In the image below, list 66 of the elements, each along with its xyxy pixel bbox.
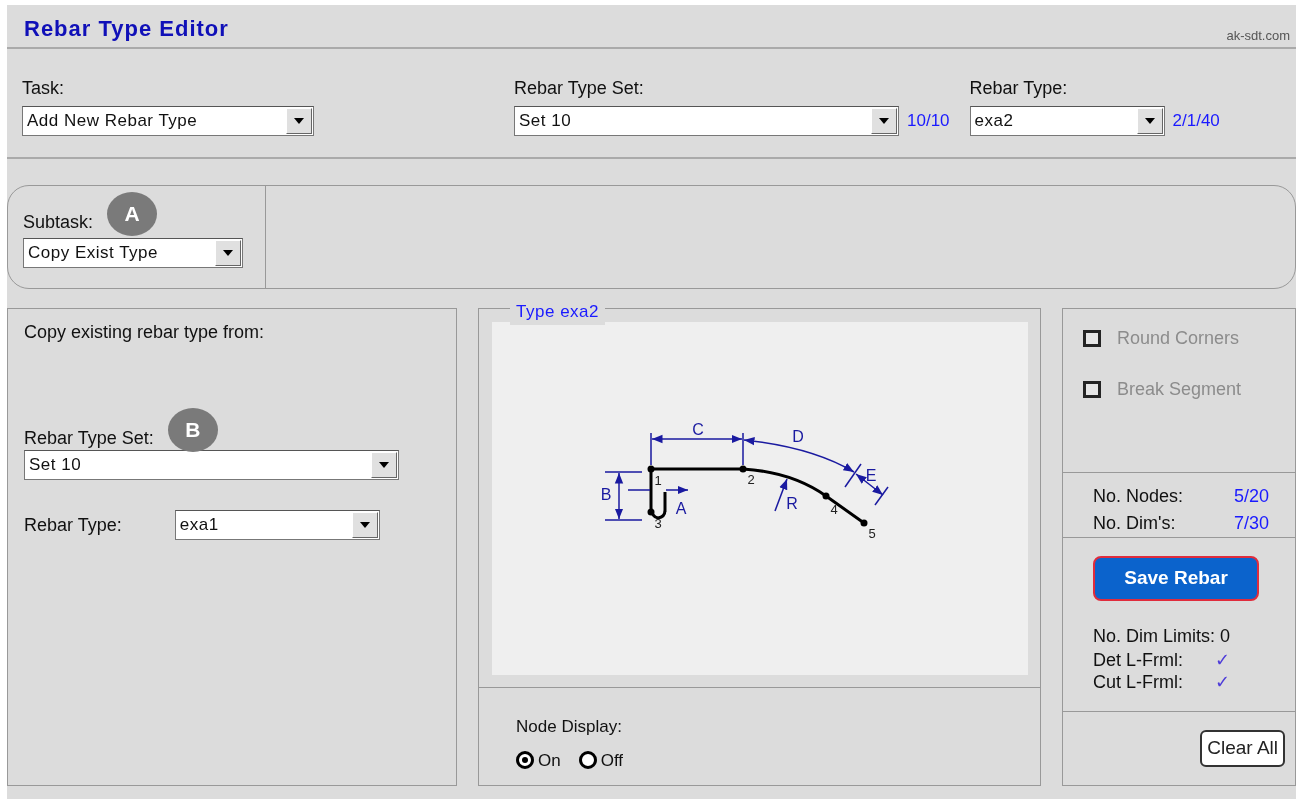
clear-button[interactable]: Clear All (1200, 730, 1285, 767)
field-label: Node Display: (516, 716, 623, 738)
caret-icon (379, 462, 389, 468)
panel-heading: Copy existing rebar type from: (24, 321, 266, 344)
formula-label: Cut L-Frml: (1093, 671, 1184, 694)
checkbox-label: Round Corners (1117, 327, 1240, 350)
field-label: Rebar Type Set: (514, 77, 645, 100)
dropdown-button[interactable] (351, 512, 378, 538)
dropdown-field[interactable]: exa2 (969, 106, 1165, 136)
dropdown-button[interactable] (215, 240, 241, 266)
radius-arrow (774, 478, 788, 512)
site-label: ak-sdt.com (1226, 26, 1290, 45)
node-label: 3 (654, 516, 662, 531)
dropdown-field[interactable]: Copy Exist Type (23, 238, 243, 268)
dropdown-button[interactable] (871, 108, 897, 134)
check-mark: ✓ (1215, 671, 1231, 694)
callout-marker: A (107, 192, 158, 236)
check-mark: ✓ (1215, 650, 1231, 672)
save-button[interactable]: Save Rebar (1093, 556, 1260, 601)
checkbox-label: Break Segment (1117, 378, 1242, 401)
dropdown-field[interactable]: Set 10 (24, 450, 399, 480)
node-label: 4 (830, 502, 838, 517)
caret-icon (223, 250, 233, 256)
dimension-label: D (792, 428, 804, 445)
dropdown-field[interactable]: exa1 (174, 510, 380, 540)
radio-label[interactable]: Off (600, 747, 624, 773)
field-label: Rebar Type: (24, 513, 122, 537)
field-label: Rebar Type: (969, 77, 1069, 100)
count-label: No. Nodes: (1093, 485, 1184, 508)
dropdown-button[interactable] (1136, 108, 1163, 134)
dropdown-button[interactable] (286, 108, 312, 134)
editor-title: Rebar Type Editor (24, 15, 229, 43)
count-value: 5/20 (1233, 485, 1269, 508)
caret-icon (879, 118, 889, 124)
caret-icon (359, 522, 370, 528)
count-label: 10/10 (907, 110, 950, 133)
count-label: No. Dim's: (1093, 512, 1176, 535)
dimension-label: A (675, 500, 687, 517)
dropdown-button[interactable] (371, 452, 397, 478)
node-dot (647, 508, 655, 516)
dimension-label: R (786, 495, 798, 512)
node-dot (647, 465, 655, 473)
callout-marker: B (167, 408, 218, 452)
dimension-label: C (692, 421, 704, 438)
node-dot (822, 492, 830, 500)
node-dot (860, 519, 868, 527)
node-dot (739, 465, 747, 473)
dimension-label: B (600, 486, 612, 503)
field-label: Subtask: (23, 211, 94, 234)
radio-button[interactable] (578, 751, 597, 770)
caret-icon (1144, 118, 1155, 124)
field-label: Rebar Type Set: (24, 427, 154, 450)
dropdown-field[interactable]: Add New Rebar Type (22, 106, 314, 136)
dropdown-field[interactable]: Set 10 (514, 106, 899, 136)
node-label: 2 (747, 472, 755, 487)
dimension-label: E (865, 467, 877, 484)
field-label: Task: (22, 77, 65, 100)
formula-label: Det L-Frml: (1093, 650, 1184, 672)
caret-icon (294, 118, 304, 124)
node-label: 1 (654, 473, 662, 488)
limits-label: No. Dim Limits: 0 (1093, 625, 1232, 648)
count-value: 7/30 (1233, 512, 1269, 535)
count-label: 2/1/40 (1172, 110, 1220, 133)
node-label: 5 (868, 526, 876, 541)
radio-button[interactable] (516, 751, 535, 770)
radio-label[interactable]: On (538, 747, 561, 773)
